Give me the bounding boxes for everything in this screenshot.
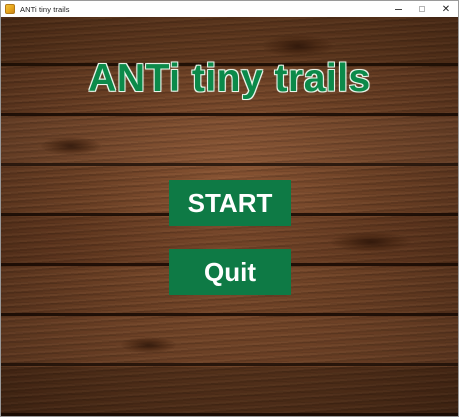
game-canvas[interactable]: ANTi tiny trails START Quit — [1, 17, 458, 416]
window-title: ANTi tiny trails — [20, 4, 70, 14]
game-title: ANTi tiny trails — [88, 57, 371, 100]
quit-button[interactable]: Quit — [169, 249, 291, 295]
title-bar[interactable]: ANTi tiny trails ✕ — [1, 1, 458, 17]
window-controls: ✕ — [386, 1, 458, 17]
start-button[interactable]: START — [169, 180, 291, 226]
wood-knot — [41, 137, 101, 155]
wood-knot — [331, 232, 411, 252]
wood-knot — [263, 35, 333, 57]
wood-knot — [121, 337, 176, 353]
plank — [1, 367, 458, 416]
minimize-icon[interactable] — [386, 1, 410, 17]
maximize-icon[interactable] — [410, 1, 434, 17]
close-icon[interactable]: ✕ — [434, 1, 458, 17]
app-window: ANTi tiny trails ✕ ANTi tiny trails STAR… — [0, 0, 459, 417]
app-icon — [5, 4, 15, 14]
plank — [1, 317, 458, 367]
